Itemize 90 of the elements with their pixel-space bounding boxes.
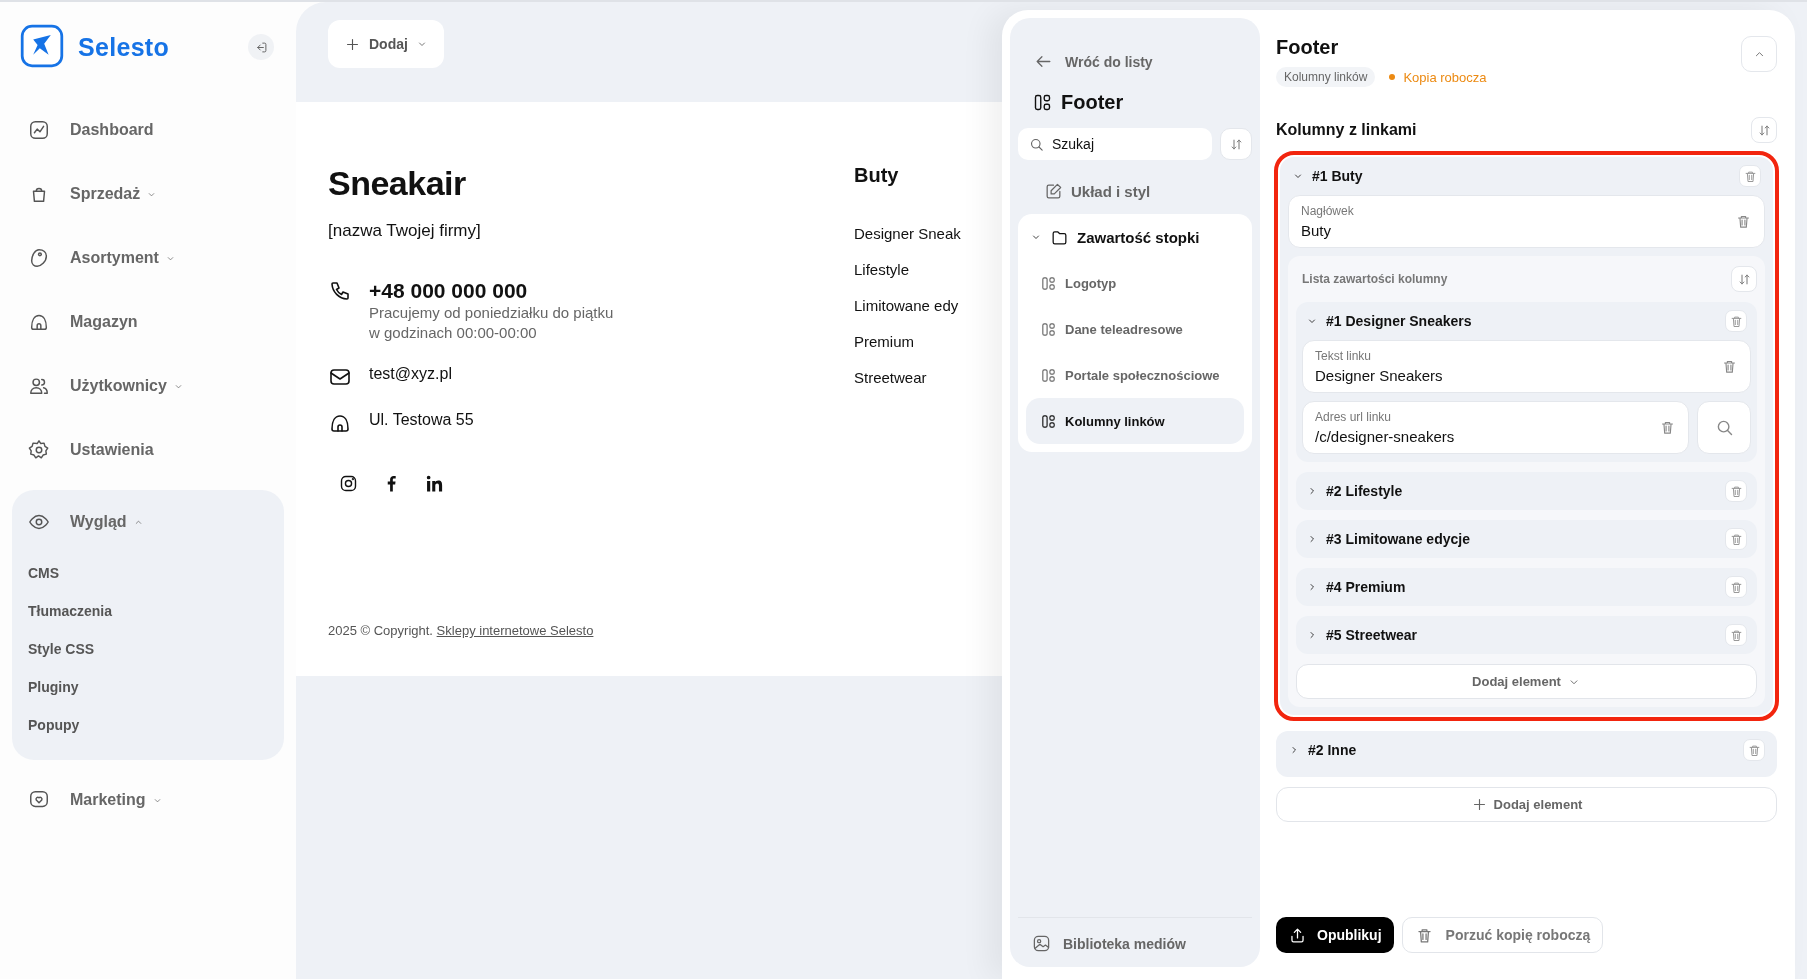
footer-link[interactable]: Streetwear — [854, 369, 970, 386]
submenu-item[interactable]: Tłumaczenia — [12, 592, 284, 630]
editor-title: Footer — [1276, 36, 1340, 59]
item-title: #2 Lifestyle — [1326, 483, 1404, 499]
upload-icon — [1288, 925, 1307, 945]
draft-status: Kopia robocza — [1389, 69, 1487, 85]
blocks-icon — [1040, 366, 1057, 384]
publish-button[interactable]: Opublikuj — [1276, 917, 1394, 953]
submenu-item[interactable]: Popupy — [12, 706, 284, 744]
section-title: Kolumny z linkami — [1276, 121, 1417, 139]
item-title: #4 Premium — [1326, 579, 1407, 595]
delete-button[interactable] — [1725, 624, 1747, 646]
opening-hours: Pracujemy od poniedziałku do piątku — [369, 303, 614, 323]
item-title: #5 Streetwear — [1326, 627, 1419, 643]
sidebar-item[interactable]: Sprzedaż — [12, 162, 284, 226]
add-element-button[interactable]: Dodaj element — [1276, 787, 1777, 822]
column-title: #1 Buty — [1312, 168, 1364, 184]
copyright-link[interactable]: Sklepy internetowe Selesto — [436, 623, 594, 638]
breadcrumb-chip: Kolumny linków — [1276, 67, 1376, 87]
footer-link[interactable]: Premium — [854, 333, 970, 350]
copyright-text: 2025 © Copyright. — [328, 623, 433, 638]
footer-link[interactable]: Limitowane edy — [854, 297, 970, 314]
sidebar-item[interactable]: Asortyment — [12, 226, 284, 290]
trash-icon[interactable] — [1659, 419, 1676, 436]
add-element-button[interactable]: Dodaj element — [1296, 664, 1757, 699]
tree-item[interactable]: Dane teleadresowe — [1026, 306, 1244, 352]
linkedin-icon[interactable] — [424, 473, 445, 494]
trash-icon[interactable] — [1721, 358, 1738, 375]
users-icon — [28, 375, 50, 397]
sidebar-item[interactable]: Dashboard — [12, 98, 284, 162]
street-address: Ul. Testowa 55 — [369, 411, 474, 429]
submenu-item[interactable]: Style CSS — [12, 630, 284, 668]
panel-title: Footer — [1061, 91, 1124, 114]
tree-item[interactable]: Kolumny linków — [1026, 398, 1244, 444]
item-title: #3 Limitowane edycje — [1326, 531, 1471, 547]
media-library-link[interactable]: Biblioteka mediów — [1018, 917, 1252, 967]
submenu-item[interactable]: Pluginy — [12, 668, 284, 706]
blocks-icon — [1040, 320, 1057, 338]
brand-name: Sneakair — [328, 164, 467, 203]
tree-item[interactable]: Logotyp — [1026, 260, 1244, 306]
delete-button[interactable] — [1725, 480, 1747, 502]
blocks-icon — [1032, 92, 1053, 113]
sidebar-item[interactable]: Marketing — [12, 768, 284, 832]
chart-icon — [28, 119, 50, 141]
sort-button[interactable] — [1731, 266, 1757, 292]
footer-link[interactable]: Designer Sneak — [854, 225, 970, 242]
delete-button[interactable] — [1739, 165, 1761, 187]
sort-button[interactable] — [1220, 128, 1252, 160]
heading-field[interactable]: Nagłówek Buty — [1288, 195, 1765, 248]
sidebar-item[interactable]: Ustawienia — [12, 418, 284, 482]
image-icon — [1032, 934, 1051, 953]
sidebar-item[interactable]: Użytkownicy — [12, 354, 284, 418]
tagline: [nazwa Twojej firmy] — [328, 221, 482, 241]
search-field[interactable]: Szukaj — [1018, 128, 1212, 160]
edit-icon — [1044, 181, 1063, 201]
delete-button[interactable] — [1725, 310, 1747, 332]
tag-icon — [28, 247, 50, 269]
brand-name: Selesto — [78, 32, 171, 62]
search-button[interactable] — [1697, 401, 1751, 454]
email-address: test@xyz.pl — [369, 365, 452, 383]
add-button[interactable]: Dodaj — [328, 20, 444, 68]
opening-hours: w godzinach 00:00-00:00 — [369, 323, 538, 343]
item-title: #1 Designer Sneakers — [1326, 313, 1473, 329]
list-label: Lista zawartości kolumny — [1301, 272, 1448, 286]
text-field[interactable]: Adres url linku /c/designer-sneakers — [1302, 401, 1689, 454]
delete-button[interactable] — [1725, 528, 1747, 550]
phone-icon — [328, 279, 352, 303]
tree-item[interactable]: Portale społecznościowe — [1026, 352, 1244, 398]
column-title: #2 Inne — [1308, 742, 1358, 758]
tree-item[interactable]: Układ i styl — [1018, 168, 1252, 214]
sidebar-item[interactable]: Magazyn — [12, 290, 284, 354]
settings-icon — [28, 439, 50, 461]
blocks-icon — [1040, 412, 1057, 430]
blocks-icon — [1040, 274, 1057, 292]
logo-icon — [20, 24, 66, 70]
text-field[interactable]: Tekst linku Designer Sneakers — [1302, 340, 1751, 393]
phone-number: +48 000 000 000 — [369, 279, 529, 303]
footer-link[interactable]: Lifestyle — [854, 261, 970, 278]
collapse-button[interactable] — [248, 34, 274, 60]
discard-draft-button[interactable]: Porzuć kopię roboczą — [1401, 917, 1604, 953]
sort-button[interactable] — [1751, 117, 1777, 143]
sidebar-item[interactable]: Wygląd — [12, 490, 284, 554]
column-title: Buty — [854, 164, 900, 187]
back-link[interactable]: Wróć do listy — [1018, 34, 1252, 83]
instagram-icon[interactable] — [338, 473, 359, 494]
delete-button[interactable] — [1743, 739, 1765, 761]
delete-button[interactable] — [1725, 576, 1747, 598]
tree-item[interactable]: Zawartość stopki — [1026, 214, 1244, 260]
submenu-item[interactable]: CMS — [12, 554, 284, 592]
trash-icon[interactable] — [1735, 213, 1752, 230]
